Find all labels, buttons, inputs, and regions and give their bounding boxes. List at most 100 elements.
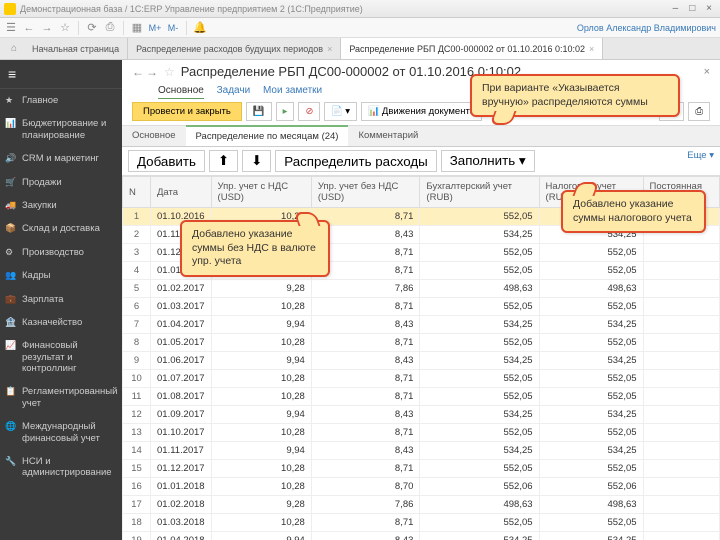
table-cell[interactable]: 552,05 xyxy=(420,298,539,316)
table-cell[interactable]: 534,25 xyxy=(420,406,539,424)
table-cell[interactable]: 01.03.2017 xyxy=(151,298,212,316)
table-cell[interactable]: 5 xyxy=(123,280,151,298)
user-label[interactable]: Орлов Александр Владимирович xyxy=(577,23,716,33)
table-cell[interactable]: 8,71 xyxy=(311,460,420,478)
table-cell[interactable]: 552,05 xyxy=(420,334,539,352)
column-header[interactable]: N xyxy=(123,177,151,208)
link-main[interactable]: Основное xyxy=(158,85,204,99)
sidebar-item[interactable]: 📋Регламентированный учет xyxy=(0,380,122,415)
table-cell[interactable] xyxy=(643,496,719,514)
table-row[interactable]: 1101.08.201710,288,71552,05552,05 xyxy=(123,388,720,406)
table-cell[interactable]: 9,94 xyxy=(211,532,311,540)
table-cell[interactable]: 01.08.2017 xyxy=(151,388,212,406)
table-cell[interactable]: 2 xyxy=(123,226,151,244)
table-cell[interactable]: 552,05 xyxy=(539,460,643,478)
sidebar-item[interactable]: ★Главное xyxy=(0,89,122,112)
table-cell[interactable]: 9 xyxy=(123,352,151,370)
m-minus-icon[interactable]: M- xyxy=(166,21,180,35)
table-cell[interactable]: 11 xyxy=(123,388,151,406)
table-cell[interactable]: 01.12.2017 xyxy=(151,460,212,478)
table-cell[interactable]: 01.06.2017 xyxy=(151,352,212,370)
table-cell[interactable]: 552,05 xyxy=(539,298,643,316)
subtab-distribution[interactable]: Распределение по месяцам (24) xyxy=(186,125,349,146)
table-cell[interactable]: 534,25 xyxy=(420,226,539,244)
home-tab-icon[interactable]: ⌂ xyxy=(4,38,24,59)
table-cell[interactable]: 552,05 xyxy=(420,424,539,442)
minimize-icon[interactable]: – xyxy=(668,3,682,14)
table-cell[interactable]: 12 xyxy=(123,406,151,424)
table-cell[interactable]: 498,63 xyxy=(420,496,539,514)
table-cell[interactable]: 01.04.2017 xyxy=(151,316,212,334)
table-cell[interactable]: 8,43 xyxy=(311,532,420,540)
sidebar-item[interactable]: 🔊CRM и маркетинг xyxy=(0,147,122,170)
table-cell[interactable]: 552,05 xyxy=(420,244,539,262)
table-row[interactable]: 1501.12.201710,288,71552,05552,05 xyxy=(123,460,720,478)
table-cell[interactable]: 3 xyxy=(123,244,151,262)
sidebar-item[interactable]: 🚚Закупки xyxy=(0,194,122,217)
distribute-button[interactable]: Распределить расходы xyxy=(275,150,436,172)
table-cell[interactable]: 9,94 xyxy=(211,316,311,334)
sidebar-item[interactable]: 📊Бюджетирование и планирование xyxy=(0,112,122,147)
table-cell[interactable]: 9,28 xyxy=(211,280,311,298)
table-cell[interactable]: 552,05 xyxy=(420,514,539,532)
table-cell[interactable]: 552,05 xyxy=(420,208,539,226)
table-cell[interactable]: 552,05 xyxy=(539,424,643,442)
table-cell[interactable]: 01.07.2017 xyxy=(151,370,212,388)
table-row[interactable]: 801.05.201710,288,71552,05552,05 xyxy=(123,334,720,352)
table-cell[interactable]: 534,25 xyxy=(420,352,539,370)
m-plus-icon[interactable]: M+ xyxy=(148,21,162,35)
table-cell[interactable]: 14 xyxy=(123,442,151,460)
table-cell[interactable]: 552,05 xyxy=(539,370,643,388)
table-cell[interactable]: 8,71 xyxy=(311,424,420,442)
table-row[interactable]: 1001.07.201710,288,71552,05552,05 xyxy=(123,370,720,388)
table-row[interactable]: 901.06.20179,948,43534,25534,25 xyxy=(123,352,720,370)
tab-close-icon[interactable]: × xyxy=(589,44,594,54)
calc-icon[interactable]: ▦ xyxy=(130,21,144,35)
table-cell[interactable] xyxy=(643,334,719,352)
table-cell[interactable]: 8,71 xyxy=(311,514,420,532)
sidebar-item[interactable]: 👥Кадры xyxy=(0,264,122,287)
table-cell[interactable]: 9,94 xyxy=(211,352,311,370)
table-cell[interactable]: 01.03.2018 xyxy=(151,514,212,532)
table-cell[interactable]: 8,43 xyxy=(311,406,420,424)
table-cell[interactable]: 534,25 xyxy=(420,532,539,540)
column-header[interactable]: Дата xyxy=(151,177,212,208)
table-cell[interactable] xyxy=(643,406,719,424)
table-cell[interactable]: 534,25 xyxy=(539,352,643,370)
sidebar-item[interactable]: 📦Склад и доставка xyxy=(0,217,122,240)
column-header[interactable]: Упр. учет без НДС (USD) xyxy=(311,177,420,208)
favorite-icon[interactable]: ☆ xyxy=(164,65,175,79)
table-cell[interactable]: 10,28 xyxy=(211,388,311,406)
table-cell[interactable] xyxy=(643,298,719,316)
table-cell[interactable] xyxy=(643,442,719,460)
table-cell[interactable]: 18 xyxy=(123,514,151,532)
doc-back-icon[interactable]: ← xyxy=(132,65,144,79)
sidebar-item[interactable]: 🔧НСИ и администрирование xyxy=(0,450,122,485)
table-cell[interactable] xyxy=(643,280,719,298)
table-cell[interactable] xyxy=(643,244,719,262)
table-cell[interactable]: 534,25 xyxy=(420,442,539,460)
table-cell[interactable]: 8,71 xyxy=(311,298,420,316)
print-icon[interactable]: ⎙ xyxy=(103,21,117,35)
table-cell[interactable]: 534,25 xyxy=(539,316,643,334)
save-button[interactable]: 💾 xyxy=(246,102,272,121)
table-cell[interactable]: 552,05 xyxy=(539,334,643,352)
table-cell[interactable]: 8,43 xyxy=(311,316,420,334)
table-cell[interactable] xyxy=(643,370,719,388)
table-cell[interactable]: 534,25 xyxy=(539,442,643,460)
tab-close-icon[interactable]: × xyxy=(327,44,332,54)
table-cell[interactable]: 9,94 xyxy=(211,442,311,460)
table-cell[interactable]: 01.02.2017 xyxy=(151,280,212,298)
table-cell[interactable]: 498,63 xyxy=(539,280,643,298)
table-cell[interactable]: 01.01.2018 xyxy=(151,478,212,496)
table-cell[interactable]: 01.02.2018 xyxy=(151,496,212,514)
table-cell[interactable]: 15 xyxy=(123,460,151,478)
up-button[interactable]: ⬆ xyxy=(209,150,238,172)
table-cell[interactable]: 534,25 xyxy=(539,532,643,540)
table-cell[interactable]: 13 xyxy=(123,424,151,442)
table-cell[interactable]: 7,86 xyxy=(311,496,420,514)
table-row[interactable]: 1701.02.20189,287,86498,63498,63 xyxy=(123,496,720,514)
subtab-comment[interactable]: Комментарий xyxy=(348,126,428,146)
bell-icon[interactable]: 🔔 xyxy=(193,21,207,35)
table-cell[interactable]: 552,05 xyxy=(420,388,539,406)
